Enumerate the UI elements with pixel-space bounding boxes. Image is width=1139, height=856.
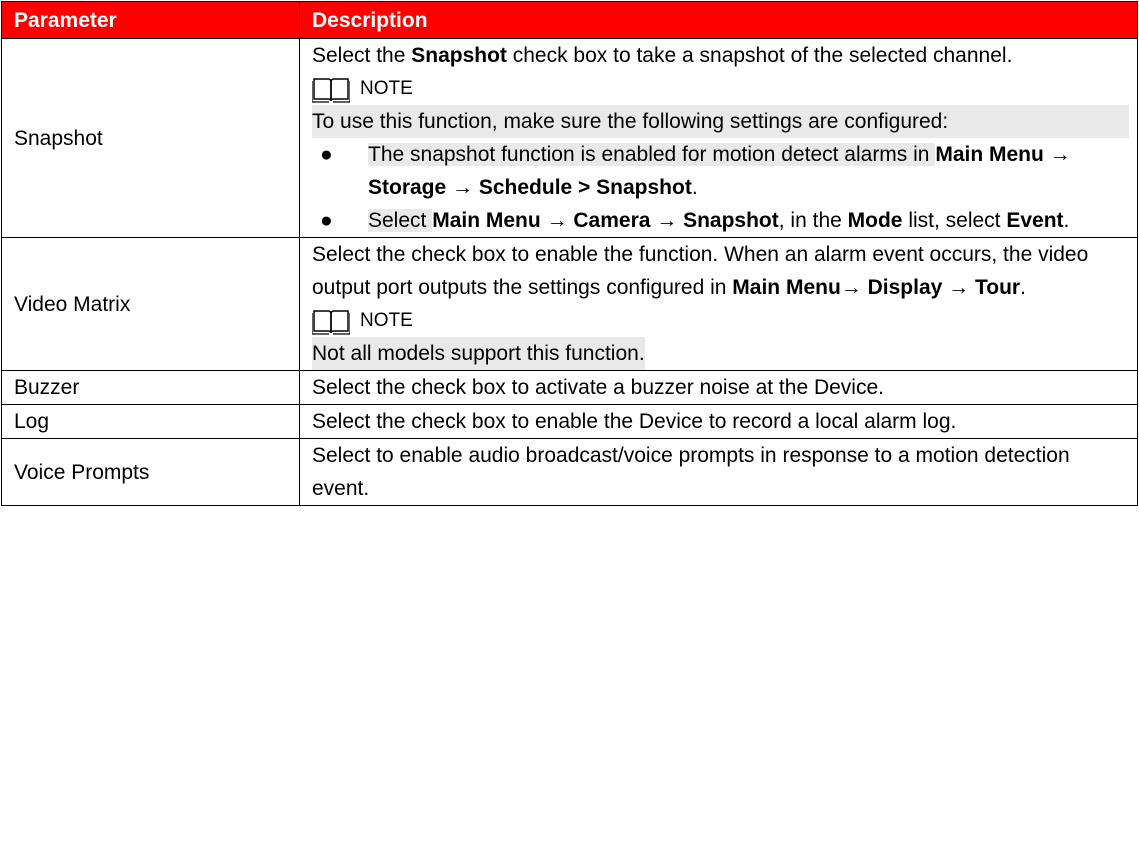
note-text: To use this function, make sure the foll…	[312, 105, 1129, 138]
book-icon	[312, 77, 350, 103]
note-text: Not all models support this function.	[312, 337, 645, 370]
snapshot-line1: Select the Snapshot check box to take a …	[312, 39, 1129, 72]
table-row-log: Log Select the check box to enable the D…	[1, 404, 1138, 439]
video-matrix-text: Select the check box to enable the funct…	[312, 238, 1129, 304]
text: .	[691, 176, 698, 199]
table-row-snapshot: Snapshot Select the Snapshot check box t…	[1, 38, 1138, 238]
param-voice-prompts: Voice Prompts	[1, 438, 300, 506]
header-row: Parameter Description	[1, 1, 1138, 39]
table-row-video-matrix: Video Matrix Select the check box to ena…	[1, 237, 1138, 371]
bullet-dot: ●	[320, 143, 333, 166]
menu-path: Main Menu → Camera → Snapshot	[432, 209, 779, 232]
list-item: ● Select Main Menu → Camera → Snapshot, …	[312, 204, 1129, 237]
header-description: Description	[299, 1, 1138, 39]
note-header: NOTE	[312, 72, 1129, 105]
menu-path: Main Menu→ Display → Tour	[732, 276, 1021, 299]
desc-voice-prompts: Select to enable audio broadcast/voice p…	[299, 438, 1138, 506]
bullet-list: ● The snapshot function is enabled for m…	[312, 138, 1129, 237]
text: The snapshot function is enabled for mot…	[368, 143, 936, 166]
text: list, select	[902, 209, 1007, 232]
param-snapshot: Snapshot	[1, 38, 300, 238]
text: .	[1020, 276, 1026, 299]
text: Select	[368, 209, 433, 232]
note-label: NOTE	[360, 310, 413, 331]
text: .	[1063, 209, 1070, 232]
bold-text: Mode	[847, 209, 903, 232]
desc-snapshot: Select the Snapshot check box to take a …	[299, 38, 1138, 238]
bold-text: Event	[1006, 209, 1064, 232]
text: check box to take a snapshot of the sele…	[506, 44, 1013, 67]
text: Select the	[312, 44, 412, 67]
table-row-voice-prompts: Voice Prompts Select to enable audio bro…	[1, 438, 1138, 506]
desc-buzzer: Select the check box to activate a buzze…	[299, 370, 1138, 405]
desc-video-matrix: Select the check box to enable the funct…	[299, 237, 1138, 371]
list-item: ● The snapshot function is enabled for m…	[312, 138, 1129, 204]
book-icon	[312, 309, 350, 335]
note-label: NOTE	[360, 78, 413, 99]
header-parameter: Parameter	[1, 1, 300, 39]
param-buzzer: Buzzer	[1, 370, 300, 405]
param-video-matrix: Video Matrix	[1, 237, 300, 371]
param-log: Log	[1, 404, 300, 439]
parameter-table: Parameter Description Snapshot Select th…	[1, 1, 1138, 506]
table-row-buzzer: Buzzer Select the check box to activate …	[1, 370, 1138, 405]
desc-log: Select the check box to enable the Devic…	[299, 404, 1138, 439]
bullet-dot: ●	[320, 209, 333, 232]
bold-text: Snapshot	[411, 44, 507, 67]
text: , in the	[778, 209, 848, 232]
note-header: NOTE	[312, 304, 1129, 337]
